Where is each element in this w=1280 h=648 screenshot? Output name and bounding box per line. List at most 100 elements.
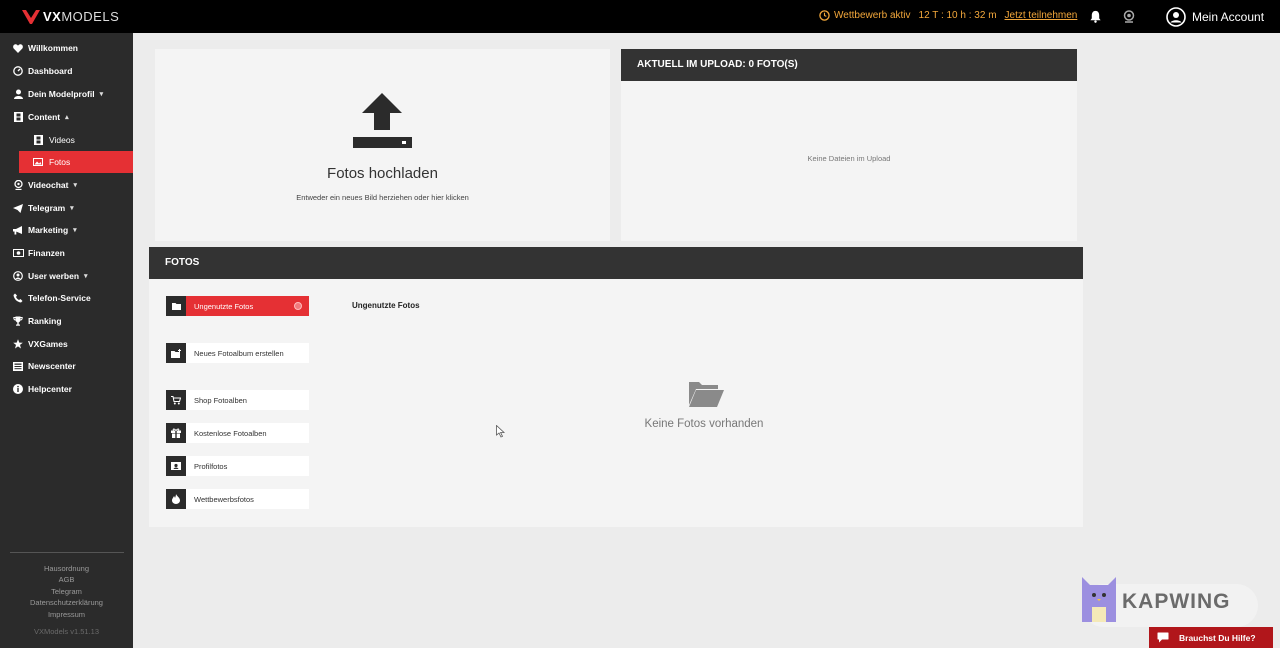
webcam-button[interactable]: [1123, 10, 1135, 28]
money-icon: [12, 247, 24, 259]
sidebar-item-user-werben[interactable]: User werben ▾: [0, 265, 133, 287]
chat-bubble-icon: [1157, 632, 1169, 643]
sidebar-item-videochat[interactable]: Videochat ▾: [0, 174, 133, 196]
contest-label: Wettbewerb aktiv: [834, 10, 911, 21]
album-label: Neues Fotoalbum erstellen: [194, 348, 284, 358]
footer-link-agb[interactable]: AGB: [0, 574, 133, 585]
album-profilfotos[interactable]: Profilfotos: [166, 456, 309, 476]
sidebar-item-label: Dein Modelprofil: [28, 89, 95, 99]
chevron-down-icon: ▾: [73, 227, 77, 234]
sidebar: Willkommen Dashboard Dein Modelprofil ▾ …: [0, 33, 133, 648]
album-label: Wettbewerbsfotos: [194, 494, 254, 504]
mouse-cursor-icon: [496, 425, 506, 438]
no-photos-text: Keine Fotos vorhanden: [644, 418, 764, 430]
upload-queue-header: AKTUELL IM UPLOAD: 0 FOTO(S): [621, 49, 1077, 81]
notifications-button[interactable]: [1089, 10, 1102, 28]
album-label: Shop Fotoalben: [194, 395, 247, 405]
album-label: Kostenlose Fotoalben: [194, 428, 267, 438]
chevron-down-icon: ▾: [99, 91, 104, 98]
album-ungenutzte-fotos[interactable]: Ungenutzte Fotos: [166, 296, 309, 316]
sidebar-item-label: Videos: [49, 135, 75, 145]
contest-banner: Wettbewerb aktiv 12 T : 10 h : 32 m Jetz…: [819, 10, 1077, 21]
footer-link-impressum[interactable]: Impressum: [0, 609, 133, 620]
kapwing-watermark: KAPWING: [1082, 577, 1258, 627]
album-kostenlose-fotoalben[interactable]: Kostenlose Fotoalben: [166, 423, 309, 443]
sidebar-item-label: User werben: [28, 271, 80, 281]
album-wettbewerbsfotos[interactable]: Wettbewerbsfotos: [166, 489, 309, 509]
photo-upload-dropzone[interactable]: Fotos hochladen Entweder ein neues Bild …: [155, 49, 610, 241]
image-icon: [32, 156, 44, 168]
sidebar-item-willkommen[interactable]: Willkommen: [0, 37, 133, 59]
upload-queue-panel: AKTUELL IM UPLOAD: 0 FOTO(S) Keine Datei…: [621, 49, 1077, 241]
chevron-down-icon: ▾: [73, 182, 77, 189]
sidebar-item-content[interactable]: Content ▴: [0, 106, 133, 128]
sidebar-item-helpcenter[interactable]: Helpcenter: [0, 378, 133, 400]
sidebar-item-label: Newscenter: [28, 361, 76, 371]
heart-icon: [12, 42, 24, 54]
clock-icon: [819, 10, 830, 21]
sidebar-item-label: Content: [28, 112, 61, 122]
kapwing-wordmark: KAPWING: [1122, 590, 1231, 613]
album-label: Ungenutzte Fotos: [194, 301, 254, 311]
sidebar-footer-links: Hausordnung AGB Telegram Datenschutzerkl…: [0, 563, 133, 620]
sidebar-divider: [10, 552, 124, 553]
sidebar-item-newscenter[interactable]: Newscenter: [0, 355, 133, 377]
users-icon: [12, 270, 24, 282]
webcam-icon: [1123, 10, 1135, 23]
bell-icon: [1090, 10, 1101, 23]
phone-icon: [12, 292, 24, 304]
trophy-icon: [12, 315, 24, 327]
gear-icon[interactable]: [294, 302, 302, 310]
cart-icon: [166, 390, 186, 410]
album-shop-fotoalben[interactable]: Shop Fotoalben: [166, 390, 309, 410]
folder-open-icon: [689, 382, 724, 407]
help-chat-button[interactable]: Brauchst Du Hilfe?: [1149, 627, 1273, 648]
sidebar-item-videos[interactable]: Videos: [19, 129, 133, 151]
upload-subtitle: Entweder ein neues Bild herziehen oder h…: [296, 193, 469, 202]
logo-thin-text: MODELS: [61, 9, 120, 24]
sidebar-item-ranking[interactable]: Ranking: [0, 310, 133, 332]
footer-link-hausordnung[interactable]: Hausordnung: [0, 563, 133, 574]
logo-bold-text: VX: [43, 9, 62, 24]
top-bar: VX MODELS Wettbewerb aktiv 12 T : 10 h : …: [0, 0, 1280, 33]
chevron-down-icon: ▾: [70, 205, 74, 212]
chevron-up-icon: ▴: [65, 114, 69, 121]
paper-plane-icon: [12, 202, 24, 214]
footer-link-datenschutz[interactable]: Datenschutzerklärung: [0, 597, 133, 608]
current-album-title: Ungenutzte Fotos: [352, 301, 420, 310]
film-icon: [32, 134, 44, 146]
account-label: Mein Account: [1192, 10, 1265, 24]
app-version: VXModels v1.51.13: [33, 627, 100, 636]
user-circle-icon: [1166, 7, 1186, 27]
user-icon: [12, 88, 24, 100]
sidebar-item-label: Willkommen: [28, 43, 78, 53]
footer-link-telegram[interactable]: Telegram: [0, 586, 133, 597]
sidebar-item-vxgames[interactable]: VXGames: [0, 333, 133, 355]
kapwing-mascot-icon: [1082, 577, 1116, 622]
gift-icon: [166, 423, 186, 443]
webcam-icon: [12, 179, 24, 191]
info-icon: [12, 383, 24, 395]
megaphone-icon: [12, 224, 24, 236]
album-create-new[interactable]: Neues Fotoalbum erstellen: [166, 343, 309, 363]
sidebar-item-marketing[interactable]: Marketing ▾: [0, 219, 133, 241]
contest-join-link[interactable]: Jetzt teilnehmen: [1005, 10, 1078, 21]
flame-icon: [166, 489, 186, 509]
album-label: Profilfotos: [194, 461, 228, 471]
upload-icon: [353, 93, 412, 148]
vxmodels-logo[interactable]: VX MODELS: [22, 9, 119, 24]
sidebar-item-telegram[interactable]: Telegram ▾: [0, 197, 133, 219]
film-icon: [12, 111, 24, 123]
sidebar-item-label: Finanzen: [28, 248, 65, 258]
sidebar-item-modelprofil[interactable]: Dein Modelprofil ▾: [0, 83, 133, 105]
account-menu[interactable]: Mein Account: [1166, 7, 1264, 27]
sidebar-item-telefon-service[interactable]: Telefon-Service: [0, 287, 133, 309]
sidebar-item-label: Helpcenter: [28, 384, 72, 394]
sidebar-item-label: Fotos: [49, 157, 71, 167]
id-card-icon: [166, 456, 186, 476]
sidebar-item-fotos[interactable]: Fotos: [19, 151, 133, 173]
chevron-down-icon: ▾: [84, 273, 88, 280]
sidebar-item-finanzen[interactable]: Finanzen: [0, 242, 133, 264]
sidebar-item-dashboard[interactable]: Dashboard: [0, 60, 133, 82]
sidebar-item-label: Telegram: [28, 203, 66, 213]
